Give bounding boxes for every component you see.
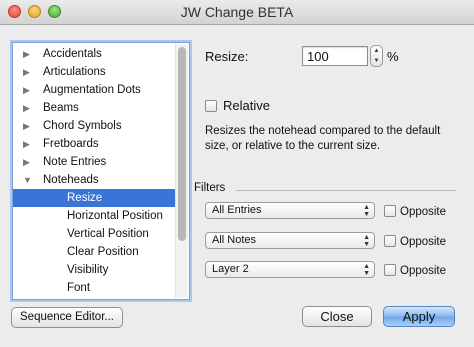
tree-category-item[interactable]: ▶ Articulations: [13, 63, 175, 81]
tree-child-item[interactable]: Horizontal Position: [13, 207, 175, 225]
tree-category-item[interactable]: ▼ Noteheads: [13, 171, 175, 189]
tree-item-label: Horizontal Position: [67, 210, 163, 222]
entries-filter-popup[interactable]: All Entries ▲ ▼: [205, 202, 375, 219]
filters-label: Filters: [194, 182, 226, 194]
tree-item-label: Accidentals: [43, 48, 102, 60]
disclosure-right-icon[interactable]: ▶: [23, 117, 33, 135]
resize-value-field[interactable]: 100: [302, 46, 368, 66]
opposite-checkbox-1[interactable]: [384, 205, 396, 217]
tree-item-label: Vertical Position: [67, 228, 149, 240]
tree-child-item[interactable]: Clear Position: [13, 243, 175, 261]
opposite-label-1: Opposite: [400, 206, 447, 218]
dialog-window: JW Change BETA ▶ Accidentals ▶ Articulation…: [0, 0, 474, 347]
description-text: Resizes the notehead compared to the def…: [205, 125, 441, 152]
notes-filter-popup[interactable]: All Notes ▲ ▼: [205, 232, 375, 249]
disclosure-right-icon[interactable]: ▶: [23, 81, 33, 99]
tree-item-label: Fretboards: [43, 138, 99, 150]
notes-filter-value: All Notes: [212, 234, 257, 246]
opposite-label-2: Opposite: [400, 236, 447, 248]
tree-item-label: Note Entries: [43, 156, 107, 168]
tree-item-label: Clear Position: [67, 246, 139, 258]
layer-filter-popup[interactable]: Layer 2 ▲ ▼: [205, 261, 375, 278]
opposite-label-3: Opposite: [400, 265, 447, 277]
tree-item-label: Visibility: [67, 264, 109, 276]
tree-item-label: Augmentation Dots: [43, 84, 141, 96]
resize-unit: %: [387, 49, 399, 64]
updown-arrows-icon: ▲ ▼: [363, 234, 370, 248]
disclosure-down-icon[interactable]: ▼: [23, 171, 33, 189]
tree-child-item[interactable]: Vertical Position: [13, 225, 175, 243]
tree-item-label: Resize: [67, 192, 103, 204]
tree-category-item[interactable]: ▶ Accidentals: [13, 45, 175, 63]
tree-category-item[interactable]: ▶ Augmentation Dots: [13, 81, 175, 99]
tree-item-label: Noteheads: [43, 174, 99, 186]
disclosure-right-icon[interactable]: ▶: [23, 99, 33, 117]
tree-item-label: Font: [67, 282, 91, 294]
updown-arrows-icon: ▲ ▼: [363, 263, 370, 277]
tree-category-item[interactable]: ▶ Note Entries: [13, 153, 175, 171]
tree-scroll-thumb[interactable]: [178, 47, 186, 241]
disclosure-right-icon[interactable]: ▶: [23, 63, 33, 81]
tree-item-label: Beams: [43, 102, 79, 114]
resize-label: Resize:: [205, 49, 249, 64]
tree-scrollbar[interactable]: [175, 44, 188, 298]
stepper-up-icon[interactable]: ▲: [371, 46, 382, 56]
category-tree[interactable]: ▶ Accidentals ▶ Articulations ▶ Augmentation …: [12, 42, 190, 300]
updown-arrows-icon: ▲ ▼: [363, 204, 370, 218]
close-button[interactable]: Close: [302, 306, 372, 327]
tree-child-item[interactable]: Resize: [13, 189, 175, 207]
relative-label: Relative: [223, 98, 270, 113]
resize-stepper[interactable]: ▲ ▼: [370, 45, 383, 67]
tree-child-item[interactable]: Visibility: [13, 261, 175, 279]
stepper-down-icon[interactable]: ▼: [371, 56, 382, 66]
entries-filter-value: All Entries: [212, 204, 262, 216]
tree-category-item[interactable]: ▶ Beams: [13, 99, 175, 117]
tree-category-item[interactable]: ▶ Chord Symbols: [13, 117, 175, 135]
window-title: JW Change BETA: [180, 4, 294, 20]
layer-filter-value: Layer 2: [212, 263, 249, 275]
opposite-checkbox-3[interactable]: [384, 264, 396, 276]
tree-item-label: Articulations: [43, 66, 106, 78]
title-bar: JW Change BETA: [0, 0, 474, 25]
disclosure-right-icon[interactable]: ▶: [23, 135, 33, 153]
disclosure-right-icon[interactable]: ▶: [23, 153, 33, 171]
tree-item-label: Chord Symbols: [43, 120, 122, 132]
sequence-editor-button[interactable]: Sequence Editor...: [11, 307, 123, 328]
tree-child-item[interactable]: Font: [13, 279, 175, 297]
opposite-checkbox-2[interactable]: [384, 235, 396, 247]
relative-checkbox[interactable]: [205, 100, 217, 112]
disclosure-right-icon[interactable]: ▶: [23, 45, 33, 63]
tree-category-item[interactable]: ▶ Fretboards: [13, 135, 175, 153]
apply-button[interactable]: Apply: [383, 306, 455, 327]
filters-divider: [236, 190, 456, 191]
